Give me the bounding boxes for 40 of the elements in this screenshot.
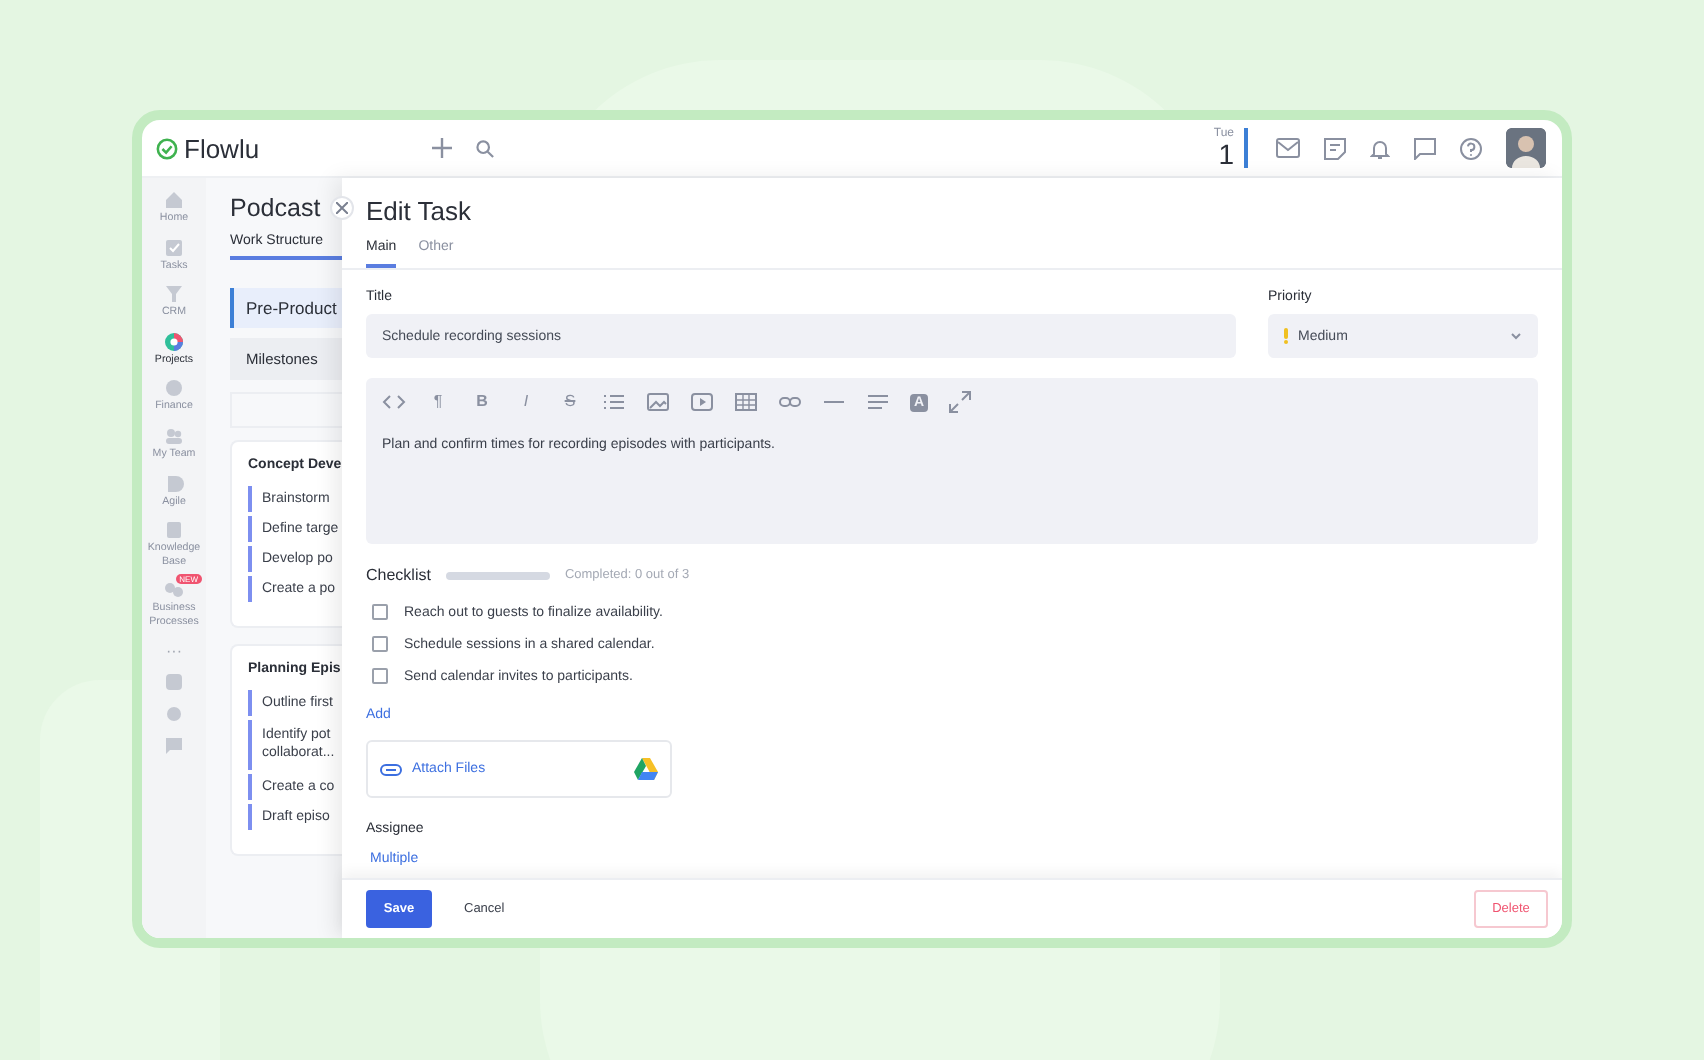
checkbox[interactable] (372, 636, 388, 652)
stage-header[interactable]: Pre-Product (230, 288, 342, 328)
drive-icon[interactable] (634, 758, 658, 780)
app-logo: Flowlu (184, 133, 260, 163)
team-icon (164, 426, 184, 447)
project-title: Podcast (230, 194, 323, 222)
mail-icon[interactable] (1276, 138, 1300, 158)
logo-icon (156, 137, 178, 159)
bell-icon[interactable] (1370, 137, 1390, 159)
paperclip-icon (380, 763, 402, 775)
plus-icon[interactable] (431, 138, 452, 158)
checkbox[interactable] (372, 668, 388, 684)
caret-icon (1510, 332, 1522, 340)
video-icon[interactable] (690, 390, 714, 414)
checkbox[interactable] (372, 604, 388, 620)
funnel-icon (164, 284, 184, 305)
home-icon (164, 190, 184, 210)
image-icon[interactable] (646, 390, 670, 414)
align-icon[interactable] (866, 390, 890, 414)
bold-icon[interactable]: B (470, 390, 494, 414)
note-icon[interactable] (1324, 137, 1346, 159)
code-icon[interactable] (382, 390, 406, 414)
close-icon (336, 202, 348, 214)
strike-icon[interactable]: S (558, 390, 582, 414)
chat-icon[interactable] (164, 735, 184, 756)
avatar[interactable] (1506, 128, 1546, 168)
list-icon[interactable] (602, 390, 626, 414)
day-number: 1 (1218, 140, 1234, 168)
search-icon[interactable] (475, 139, 494, 157)
close-button[interactable] (330, 196, 354, 220)
paragraph-icon[interactable]: ¶ (426, 390, 450, 414)
expand-icon[interactable] (948, 390, 972, 414)
table-icon[interactable] (734, 390, 758, 414)
tasks-icon (164, 237, 184, 258)
projects-icon (164, 331, 184, 352)
chat-icon[interactable] (1414, 137, 1436, 159)
section-label: Checklist (366, 566, 431, 584)
panel-title: Edit Task (366, 196, 474, 226)
italic-icon[interactable]: I (514, 390, 538, 414)
help-icon[interactable] (1460, 137, 1482, 159)
